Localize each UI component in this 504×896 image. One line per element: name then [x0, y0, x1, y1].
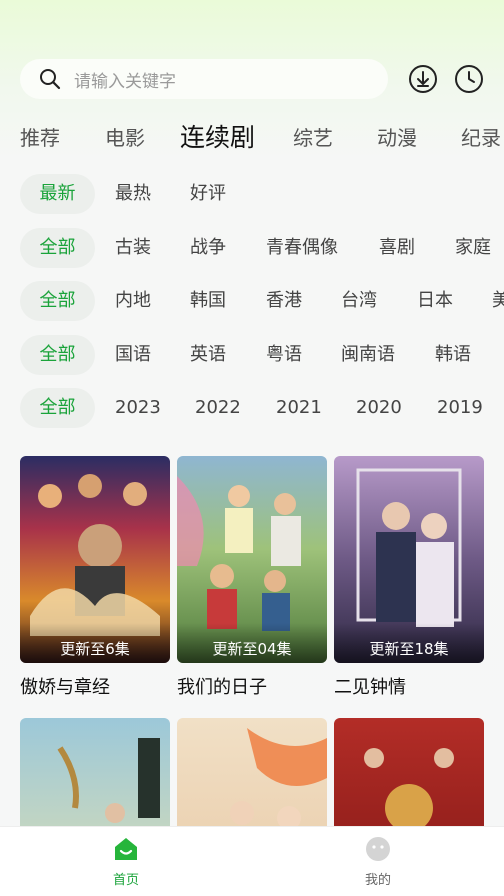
- sort-filter-row: 最新 最热 好评: [0, 174, 504, 214]
- chip-region-all[interactable]: 全部: [20, 281, 95, 321]
- search-icon: [40, 69, 61, 90]
- tab-documentary[interactable]: 纪录: [461, 118, 501, 158]
- chip-genre[interactable]: 战争: [190, 228, 226, 268]
- chip-region[interactable]: 美: [492, 281, 504, 321]
- chip-year[interactable]: 2023: [115, 388, 161, 428]
- tab-variety[interactable]: 综艺: [293, 118, 333, 158]
- search-input[interactable]: 请输入关键字: [20, 59, 388, 99]
- chip-language[interactable]: 国语: [115, 335, 151, 375]
- episode-badge: 更新至6集: [20, 623, 170, 663]
- chip-genre-all[interactable]: 全部: [20, 228, 95, 268]
- search-row: 请输入关键字: [20, 59, 490, 99]
- chip-genre[interactable]: 家庭: [455, 228, 491, 268]
- genre-filter-row: 全部 古装 战争 青春偶像 喜剧 家庭: [0, 228, 504, 268]
- chip-language[interactable]: 粤语: [266, 335, 302, 375]
- show-card[interactable]: 更新至18集 二见钟情: [334, 456, 484, 699]
- clock-icon[interactable]: [454, 64, 484, 94]
- chip-year[interactable]: 2019: [437, 388, 483, 428]
- language-filter-row: 全部 国语 英语 粤语 闽南语 韩语: [0, 335, 504, 375]
- chip-region[interactable]: 韩国: [190, 281, 226, 321]
- chip-language[interactable]: 闽南语: [341, 335, 395, 375]
- poster-image: 更新至04集: [177, 456, 327, 663]
- chip-region[interactable]: 日本: [417, 281, 453, 321]
- chip-language[interactable]: 韩语: [435, 335, 471, 375]
- category-tabs: 推荐 电影 连续剧 综艺 动漫 纪录: [0, 118, 504, 158]
- nav-profile[interactable]: 我的: [338, 835, 418, 888]
- nav-profile-label: 我的: [364, 873, 391, 888]
- show-title: 二见钟情: [334, 677, 406, 698]
- chip-language[interactable]: 英语: [190, 335, 226, 375]
- chip-sort-hot[interactable]: 最热: [115, 174, 151, 214]
- episode-badge: 更新至04集: [177, 623, 327, 663]
- tab-anime[interactable]: 动漫: [377, 118, 417, 158]
- chip-sort-latest[interactable]: 最新: [20, 174, 95, 214]
- profile-icon: [366, 837, 390, 861]
- chip-year[interactable]: 2021: [276, 388, 322, 428]
- download-icon[interactable]: [408, 64, 438, 94]
- chip-genre[interactable]: 喜剧: [379, 228, 415, 268]
- chip-year[interactable]: 2022: [195, 388, 241, 428]
- chip-language-all[interactable]: 全部: [20, 335, 95, 375]
- tab-series[interactable]: 连续剧: [180, 118, 255, 158]
- show-title: 我们的日子: [177, 677, 267, 698]
- chip-region[interactable]: 台湾: [341, 281, 377, 321]
- chip-region[interactable]: 内地: [115, 281, 151, 321]
- chip-year-all[interactable]: 全部: [20, 388, 95, 428]
- bottom-nav: 首页 我的: [0, 826, 504, 896]
- region-filter-row: 全部 内地 韩国 香港 台湾 日本 美: [0, 281, 504, 321]
- show-card[interactable]: 更新至6集 傲娇与章经: [20, 456, 170, 699]
- chip-genre[interactable]: 古装: [115, 228, 151, 268]
- poster-image: 更新至6集: [20, 456, 170, 663]
- tab-movie[interactable]: 电影: [105, 118, 145, 158]
- home-icon: [115, 838, 137, 860]
- tab-recommend[interactable]: 推荐: [20, 118, 60, 158]
- show-title: 傲娇与章经: [20, 677, 110, 698]
- poster-image: 更新至18集: [334, 456, 484, 663]
- chip-region[interactable]: 香港: [266, 281, 302, 321]
- search-placeholder: 请输入关键字: [74, 71, 176, 92]
- nav-home[interactable]: 首页: [86, 835, 166, 888]
- year-filter-row: 全部 2023 2022 2021 2020 2019: [0, 388, 504, 428]
- show-card[interactable]: 更新至04集 我们的日子: [177, 456, 327, 699]
- chip-sort-rated[interactable]: 好评: [190, 174, 226, 214]
- episode-badge: 更新至18集: [334, 623, 484, 663]
- chip-genre[interactable]: 青春偶像: [266, 228, 338, 268]
- chip-year[interactable]: 2020: [356, 388, 402, 428]
- nav-home-label: 首页: [112, 873, 139, 888]
